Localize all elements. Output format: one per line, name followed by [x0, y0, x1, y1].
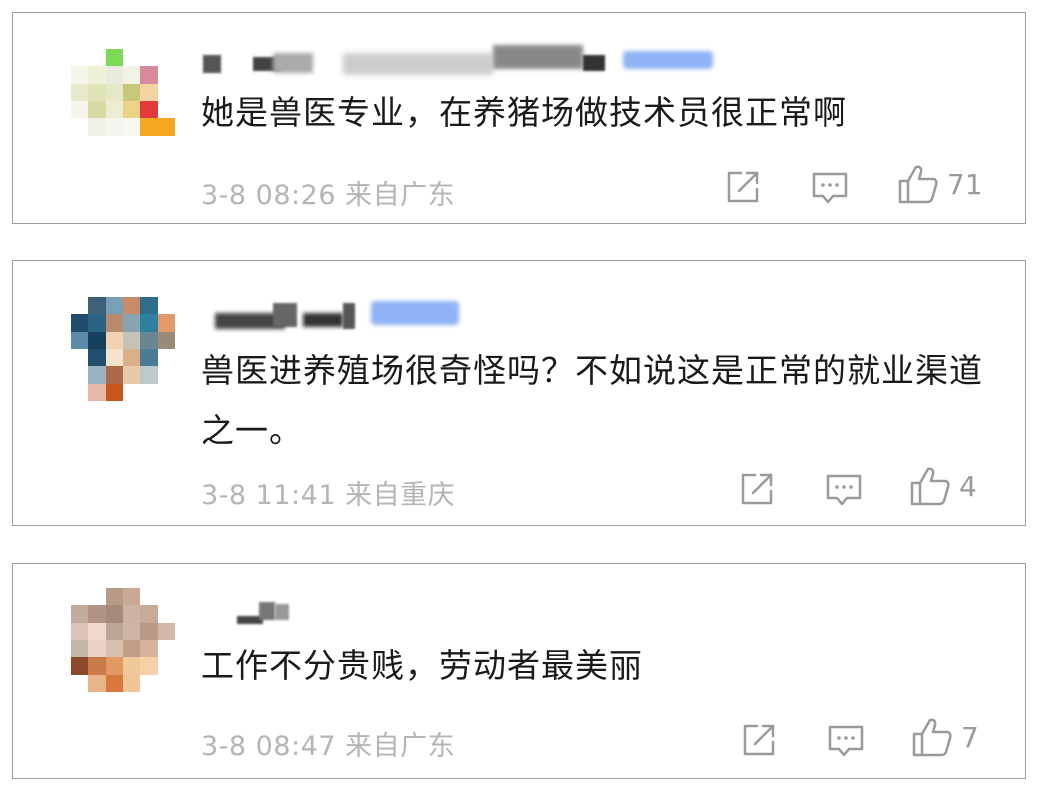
- avatar[interactable]: [71, 49, 175, 153]
- comment-icon: [826, 474, 862, 506]
- username-blurred[interactable]: [203, 45, 723, 75]
- share-icon: [743, 724, 775, 756]
- username-blurred[interactable]: [203, 299, 483, 329]
- share-icon: [727, 171, 759, 203]
- comment-meta: 3-8 11:41 来自重庆: [201, 480, 456, 511]
- vip-badge: [371, 301, 459, 325]
- reply-button[interactable]: [827, 722, 865, 760]
- share-button[interactable]: [725, 169, 761, 205]
- reply-button[interactable]: [825, 471, 863, 509]
- like-count: 7: [961, 720, 979, 754]
- vip-badge: [623, 51, 713, 69]
- reply-button[interactable]: [811, 169, 849, 207]
- username-blurred[interactable]: [203, 598, 293, 628]
- comment-meta: 3-8 08:47 来自广东: [201, 731, 456, 762]
- comment-card: 工作不分贵贱，劳动者最美丽 3-8 08:47 来自广东 7: [12, 563, 1026, 779]
- share-icon: [741, 473, 773, 505]
- like-count: 71: [947, 167, 983, 201]
- avatar[interactable]: [71, 588, 175, 692]
- share-button[interactable]: [739, 471, 775, 507]
- comment-card: 兽医进养殖场很奇怪吗？不如说这是正常的就业渠道之一。 3-8 11:41 来自重…: [12, 260, 1026, 526]
- comment-icon: [828, 725, 864, 757]
- share-button[interactable]: [741, 722, 777, 758]
- avatar[interactable]: [71, 297, 175, 401]
- comment-meta: 3-8 08:26 来自广东: [201, 180, 456, 211]
- like-button[interactable]: 4: [909, 465, 977, 507]
- comment-text: 她是兽医专业，在养猪场做技术员很正常啊: [201, 93, 847, 132]
- comment-icon: [812, 172, 848, 204]
- like-count: 4: [959, 469, 977, 503]
- comment-card: 她是兽医专业，在养猪场做技术员很正常啊 3-8 08:26 来自广东 71: [12, 12, 1026, 224]
- like-button[interactable]: 7: [911, 716, 979, 758]
- comment-text: 工作不分贵贱，劳动者最美丽: [201, 646, 643, 685]
- thumbs-up-icon: [910, 467, 950, 506]
- thumbs-up-icon: [898, 165, 938, 204]
- thumbs-up-icon: [912, 718, 952, 757]
- like-button[interactable]: 71: [897, 163, 983, 205]
- comment-text: 兽医进养殖场很奇怪吗？不如说这是正常的就业渠道之一。: [201, 351, 983, 450]
